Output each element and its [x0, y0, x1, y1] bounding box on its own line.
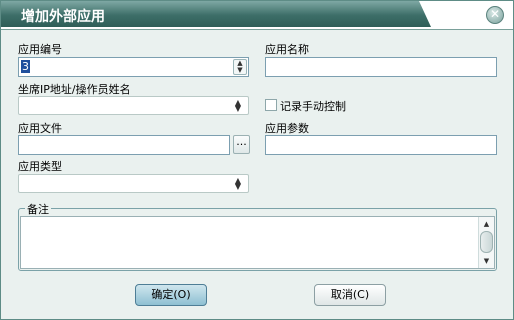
app-name-input[interactable] — [265, 57, 497, 77]
vertical-scrollbar[interactable]: ▲ ▼ — [478, 217, 494, 268]
record-manual-checkbox[interactable] — [265, 99, 277, 111]
add-external-app-dialog: 增加外部应用 ✕ 应用编号 3 ▲ ▼ 应用名称 坐席IP地址/操作员姓名 ▲ ▼ … — [0, 0, 514, 320]
dialog-title: 增加外部应用 — [21, 9, 105, 25]
ok-button[interactable]: 确定(O) — [135, 284, 207, 306]
scroll-thumb[interactable] — [480, 231, 493, 253]
scroll-up-icon[interactable]: ▲ — [480, 218, 493, 230]
close-button[interactable]: ✕ — [486, 6, 504, 24]
chevron-updown-icon: ▲ ▼ — [234, 176, 242, 191]
seat-ip-select[interactable]: ▲ ▼ — [18, 96, 249, 115]
cancel-button[interactable]: 取消(C) — [314, 284, 386, 306]
remarks-label: 备注 — [25, 201, 51, 217]
app-params-input[interactable] — [265, 135, 497, 155]
chevron-updown-icon: ▲ ▼ — [234, 98, 242, 113]
seat-ip-label: 坐席IP地址/操作员姓名 — [18, 83, 131, 96]
app-id-value: 3 — [21, 60, 30, 73]
title-bar: 增加外部应用 ✕ — [1, 1, 513, 30]
remarks-textarea[interactable]: ▲ ▼ — [20, 216, 495, 269]
browse-button[interactable]: ... — [233, 135, 250, 154]
app-type-select[interactable]: ▲ ▼ — [18, 174, 249, 193]
close-icon: ✕ — [489, 7, 501, 21]
record-manual-label: 记录手动控制 — [280, 100, 346, 113]
app-type-label: 应用类型 — [18, 160, 62, 173]
app-file-label: 应用文件 — [18, 122, 62, 135]
spin-buttons[interactable]: ▲ ▼ — [233, 59, 247, 75]
scroll-down-icon[interactable]: ▼ — [480, 255, 493, 267]
app-file-input[interactable] — [18, 135, 230, 155]
app-name-label: 应用名称 — [265, 43, 309, 56]
app-params-label: 应用参数 — [265, 122, 309, 135]
app-id-stepper[interactable]: 3 ▲ ▼ — [18, 57, 249, 77]
app-id-label: 应用编号 — [18, 43, 62, 56]
